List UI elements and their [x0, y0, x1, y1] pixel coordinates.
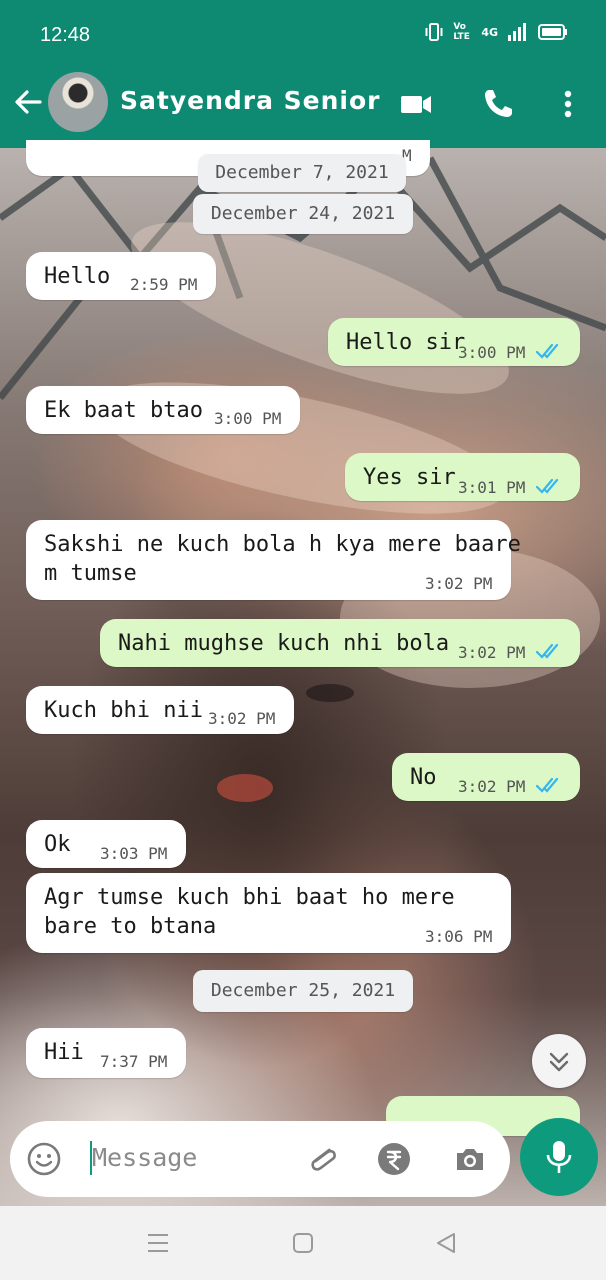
read-receipt-icon: [536, 478, 559, 494]
message-incoming[interactable]: Kuch bhi nii 3:02 PM: [26, 686, 294, 734]
date-chip: December 25, 2021: [193, 970, 413, 1012]
message-text: Nahi mughse kuch nhi bola: [118, 631, 450, 656]
scroll-to-bottom-button[interactable]: [532, 1034, 586, 1088]
message-text: Hii: [44, 1040, 84, 1065]
message-incoming[interactable]: Agr tumse kuch bhi baat ho mere bare to …: [26, 873, 511, 953]
emoji-icon[interactable]: [26, 1141, 62, 1177]
back-arrow-icon[interactable]: [12, 86, 44, 118]
date-chip: December 7, 2021: [198, 154, 406, 192]
battery-icon: [538, 24, 567, 40]
read-receipt-icon: [536, 343, 559, 359]
message-time: 3:02 PM: [425, 574, 493, 593]
volte-indicator: Vo LTE: [453, 22, 470, 42]
message-input-bar: Message: [10, 1121, 510, 1197]
message-time: 3:00 PM: [458, 343, 526, 362]
message-time: 7:37 PM: [100, 1052, 168, 1071]
message-outgoing[interactable]: Hello sir 3:00 PM: [328, 318, 580, 366]
message-text: Ok: [44, 832, 71, 857]
nav-back-icon[interactable]: [434, 1231, 458, 1255]
read-receipt-icon: [536, 643, 559, 659]
message-text: Yes sir: [363, 465, 456, 490]
status-time: 12:48: [40, 24, 91, 46]
video-call-icon[interactable]: [398, 86, 434, 122]
message-time: 3:00 PM: [214, 409, 282, 428]
voice-message-button[interactable]: [520, 1118, 598, 1196]
status-bar: 12:48 Vo LTE 4G: [0, 0, 606, 72]
message-time: 3:02 PM: [208, 709, 276, 728]
message-text: Hello sir: [346, 330, 466, 355]
message-text: No: [410, 765, 437, 790]
scroll-down-icon: [549, 1052, 569, 1072]
message-time: 3:02 PM: [458, 643, 526, 662]
message-text: m tumse: [44, 561, 137, 586]
system-nav-bar: [0, 1206, 606, 1280]
message-text: Ek baat btao: [44, 398, 203, 423]
contact-name[interactable]: Satyendra Senior: [120, 86, 381, 115]
message-incoming[interactable]: Hii 7:37 PM: [26, 1028, 186, 1078]
nav-home-icon[interactable]: [291, 1232, 315, 1254]
message-text: bare to btana: [44, 914, 217, 939]
rupee-icon[interactable]: [376, 1141, 412, 1177]
message-text: Kuch bhi nii: [44, 698, 203, 723]
message-time: 3:03 PM: [100, 844, 168, 863]
message-time: 3:02 PM: [458, 777, 526, 796]
message-time: 3:06 PM: [425, 927, 493, 946]
more-vert-icon[interactable]: [550, 86, 586, 122]
read-receipt-icon: [536, 777, 559, 793]
nav-menu-icon[interactable]: [146, 1232, 170, 1254]
message-outgoing[interactable]: No 3:02 PM: [392, 753, 580, 801]
message-incoming[interactable]: Ek baat btao 3:00 PM: [26, 386, 300, 434]
chat-header: Satyendra Senior: [0, 72, 606, 148]
message-incoming[interactable]: Ok 3:03 PM: [26, 820, 186, 868]
status-icons: Vo LTE 4G: [425, 22, 568, 42]
avatar[interactable]: [48, 72, 108, 132]
message-input[interactable]: Message: [92, 1143, 197, 1172]
message-text: Sakshi ne kuch bola h kya mere baare: [44, 532, 521, 557]
vibrate-icon: [425, 23, 443, 41]
message-text: Hello: [44, 264, 111, 289]
phone-icon[interactable]: [480, 86, 516, 122]
message-time: 2:59 PM: [130, 275, 198, 294]
message-incoming[interactable]: Sakshi ne kuch bola h kya mere baare m t…: [26, 520, 521, 600]
mic-icon: [546, 1141, 572, 1173]
message-time: 3:01 PM: [458, 478, 526, 497]
message-outgoing[interactable]: Yes sir 3:01 PM: [345, 453, 580, 501]
camera-icon[interactable]: [452, 1141, 488, 1177]
message-text: Agr tumse kuch bhi baat ho mere: [44, 885, 455, 910]
network-type: 4G: [481, 25, 498, 39]
signal-icon: [508, 23, 526, 41]
date-chip: December 24, 2021: [193, 194, 413, 234]
attach-icon[interactable]: [304, 1141, 340, 1177]
message-incoming[interactable]: Hello 2:59 PM: [26, 252, 216, 300]
message-outgoing[interactable]: Nahi mughse kuch nhi bola 3:02 PM: [100, 619, 580, 667]
